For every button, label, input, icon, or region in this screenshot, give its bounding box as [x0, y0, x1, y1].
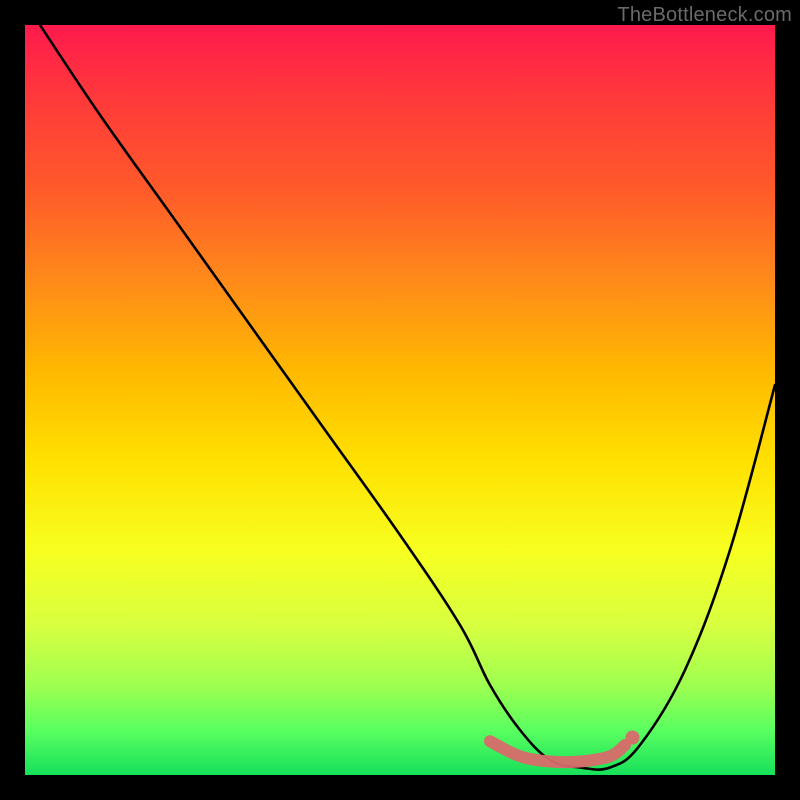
bottleneck-curve-svg: [25, 25, 775, 775]
bottleneck-curve-path: [40, 25, 775, 770]
watermark-text: TheBottleneck.com: [617, 4, 792, 27]
highlight-segment-path: [490, 741, 625, 762]
chart-frame: TheBottleneck.com: [0, 0, 800, 800]
highlight-marker: [626, 731, 640, 745]
gradient-plot-area: [25, 25, 775, 775]
